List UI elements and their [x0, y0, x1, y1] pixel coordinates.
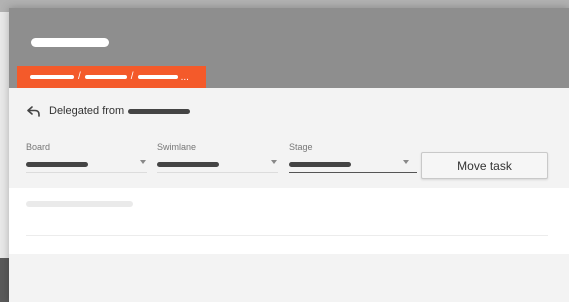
move-task-dialog: / / ... Delegated from Board Swimlane St…: [9, 8, 569, 302]
chevron-down-icon: [140, 160, 146, 164]
backdrop-dark-edge: [0, 258, 9, 302]
breadcrumb-item-2[interactable]: [84, 75, 127, 79]
breadcrumb-item-1[interactable]: [30, 75, 74, 79]
dialog-header: / / ...: [9, 8, 569, 88]
delegated-from-label: Delegated from: [49, 105, 125, 117]
board-select[interactable]: Board: [26, 142, 147, 182]
swimlane-underline: [157, 172, 278, 173]
dialog-title-redacted: [31, 38, 109, 47]
delegated-from-name: [128, 108, 191, 114]
stage-underline: [289, 172, 417, 173]
breadcrumb-separator: /: [78, 71, 81, 82]
board-underline: [26, 172, 147, 173]
swimlane-label: Swimlane: [157, 142, 197, 152]
task-content-panel: [9, 188, 569, 254]
breadcrumb: / / ...: [17, 66, 206, 88]
board-label: Board: [26, 142, 51, 152]
stage-select[interactable]: Stage: [289, 142, 417, 182]
stage-label: Stage: [289, 142, 313, 152]
panel-divider: [26, 235, 548, 236]
breadcrumb-separator: /: [130, 71, 134, 82]
breadcrumb-item-3[interactable]: [137, 75, 178, 79]
loading-placeholder: [26, 201, 133, 207]
board-value: [26, 162, 88, 167]
chevron-down-icon: [403, 160, 409, 164]
breadcrumb-ellipsis: ...: [180, 71, 189, 83]
delegated-from-row: Delegated from: [27, 102, 191, 120]
swimlane-select[interactable]: Swimlane: [157, 142, 278, 182]
stage-value: [289, 162, 351, 167]
chevron-down-icon: [271, 160, 277, 164]
reply-arrow-icon: [27, 106, 40, 117]
move-task-button[interactable]: Move task: [421, 152, 548, 179]
swimlane-value: [157, 162, 219, 167]
